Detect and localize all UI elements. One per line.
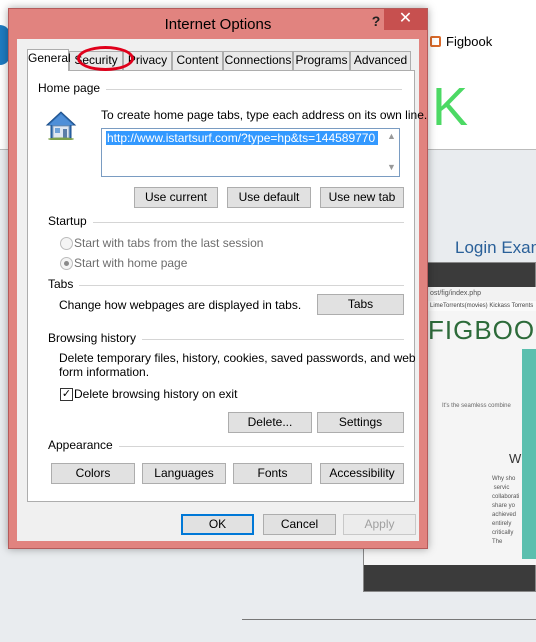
ok-button[interactable]: OK: [181, 514, 254, 535]
fonts-button[interactable]: Fonts: [233, 463, 312, 484]
tab-advanced[interactable]: Advanced: [350, 51, 411, 70]
home-page-url-textarea[interactable]: http://www.istartsurf.com/?type=hp&ts=14…: [101, 128, 400, 177]
apply-button[interactable]: Apply: [343, 514, 416, 535]
radio-home-page-label: Start with home page: [74, 256, 188, 270]
radio-home-page[interactable]: [60, 257, 73, 270]
tab-content[interactable]: Content: [172, 51, 223, 70]
delete-on-exit-checkbox[interactable]: ✓: [60, 388, 73, 401]
dialog-client-area: General Security Privacy Content Connect…: [17, 39, 427, 541]
use-default-button[interactable]: Use default: [227, 187, 311, 208]
tab-privacy[interactable]: Privacy: [123, 51, 172, 70]
url-scrollbar[interactable]: ▲ ▼: [384, 129, 399, 176]
browsing-history-group-label: Browsing history: [48, 331, 143, 345]
embedded-body-text: Why sho servic collaborati share yo achi…: [492, 476, 520, 545]
startup-group-label: Startup: [48, 214, 93, 228]
browser-tab-title: Figbook: [446, 33, 493, 49]
embedded-teal-panel: [522, 349, 536, 559]
page-logo-letter: K: [432, 77, 469, 137]
tab-programs[interactable]: Programs: [293, 51, 350, 70]
tabs-group-line: [76, 285, 404, 286]
home-page-icon: [45, 111, 77, 140]
tab-strip: General Security Privacy Content Connect…: [27, 49, 417, 71]
embedded-heading: W: [509, 451, 522, 466]
appearance-group-line: [113, 446, 404, 447]
startup-group-line: [90, 222, 404, 223]
tab-security[interactable]: Security: [69, 51, 123, 70]
home-page-group-line: [102, 89, 402, 90]
appearance-group-label: Appearance: [48, 438, 119, 452]
embedded-tagline: It's the seamless combine: [442, 403, 511, 409]
internet-options-dialog: Internet Options ? ✕ General Security Pr…: [8, 8, 428, 549]
accessibility-button[interactable]: Accessibility: [320, 463, 404, 484]
use-new-tab-button[interactable]: Use new tab: [320, 187, 404, 208]
browsing-history-description-1: Delete temporary files, history, cookies…: [59, 351, 416, 365]
home-page-group-label: Home page: [38, 81, 107, 95]
figbook-favicon-icon: [430, 35, 441, 47]
login-example-heading: Login Exam: [455, 238, 536, 257]
scroll-up-icon[interactable]: ▲: [387, 131, 396, 141]
use-current-button[interactable]: Use current: [134, 187, 218, 208]
delete-on-exit-label: Delete browsing history on exit: [74, 387, 238, 401]
tabs-settings-button[interactable]: Tabs: [317, 294, 404, 315]
background-divider: [242, 619, 536, 620]
scroll-down-icon[interactable]: ▼: [387, 162, 396, 172]
browser-tab-figbook[interactable]: Figbook: [430, 30, 536, 52]
dialog-titlebar[interactable]: Internet Options ? ✕: [9, 9, 427, 39]
close-button[interactable]: ✕: [384, 9, 427, 30]
cancel-button[interactable]: Cancel: [263, 514, 336, 535]
radio-last-session-label: Start with tabs from the last session: [74, 236, 264, 250]
home-page-instruction: To create home page tabs, type each addr…: [101, 108, 428, 122]
browsing-history-group-line: [138, 339, 404, 340]
general-tab-panel: Home page To create home page tabs, type…: [27, 70, 427, 502]
tabs-group-label: Tabs: [48, 277, 80, 291]
tab-connections[interactable]: Connections: [223, 51, 293, 70]
colors-button[interactable]: Colors: [51, 463, 135, 484]
radio-last-session[interactable]: [60, 237, 73, 250]
embedded-page-title: FIGBOO: [428, 315, 536, 345]
tab-general[interactable]: General: [27, 49, 71, 71]
history-settings-button[interactable]: Settings: [317, 412, 404, 433]
browsing-history-description-2: form information.: [59, 365, 150, 379]
tabs-description: Change how webpages are displayed in tab…: [59, 298, 302, 312]
languages-button[interactable]: Languages: [142, 463, 226, 484]
delete-history-button[interactable]: Delete...: [228, 412, 312, 433]
home-page-url-value: http://www.istartsurf.com/?type=hp&ts=14…: [106, 131, 378, 145]
